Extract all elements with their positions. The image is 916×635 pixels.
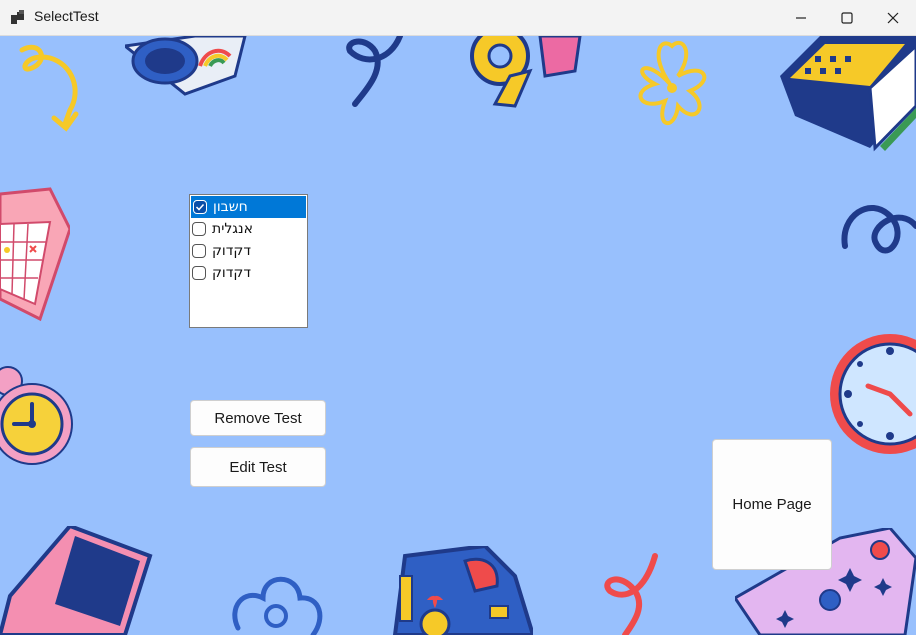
home-page-button[interactable]: Home Page — [712, 439, 832, 570]
blue-squiggle-icon — [346, 36, 403, 107]
cloud-icon — [232, 576, 323, 635]
wall-clock-icon — [830, 205, 916, 454]
list-item[interactable]: חשבון — [191, 196, 306, 218]
app-icon — [11, 10, 24, 24]
app-window: SelectTest חשבון אנגלית דקדוק דקדוק Remo… — [0, 0, 916, 635]
rainbow-jar-icon — [125, 36, 247, 96]
tests-checked-list[interactable]: חשבון אנגלית דקדוק דקדוק — [189, 194, 308, 328]
client-area: חשבון אנגלית דקדוק דקדוק Remove Test Edi… — [0, 36, 916, 635]
list-item-label: חשבון — [213, 199, 248, 215]
checkmark-icon — [195, 203, 205, 211]
checkbox[interactable] — [192, 266, 206, 280]
list-item-label: אנגלית — [212, 221, 254, 237]
calendar-icon — [0, 187, 70, 322]
close-icon — [887, 12, 899, 23]
maximize-button[interactable] — [824, 0, 870, 35]
minimize-button[interactable] — [778, 0, 824, 35]
tape-icon — [470, 36, 582, 108]
list-item-label: דקדוק — [212, 265, 251, 281]
remove-test-button[interactable]: Remove Test — [190, 400, 326, 436]
close-button[interactable] — [870, 0, 916, 35]
window-title: SelectTest — [34, 8, 99, 24]
edit-test-button[interactable]: Edit Test — [190, 447, 326, 487]
red-squiggle-icon — [604, 553, 658, 635]
list-item-label: דקדוק — [212, 243, 251, 259]
flower-icon — [638, 40, 707, 126]
yellow-squiggle-icon — [19, 44, 79, 132]
checkbox[interactable] — [192, 244, 206, 258]
title-bar: SelectTest — [0, 0, 916, 36]
maximize-icon — [841, 11, 853, 24]
laptop-icon — [0, 526, 153, 635]
list-item[interactable]: אנגלית — [190, 218, 307, 240]
list-item[interactable]: דקדוק — [190, 262, 307, 284]
checkbox[interactable] — [192, 222, 206, 236]
backpack-icon — [392, 546, 533, 635]
alarm-clock-icon — [0, 366, 73, 465]
list-item[interactable]: דקדוק — [190, 240, 307, 262]
minimize-icon — [796, 16, 806, 19]
checkbox[interactable] — [193, 200, 207, 214]
books-icon — [780, 36, 916, 152]
